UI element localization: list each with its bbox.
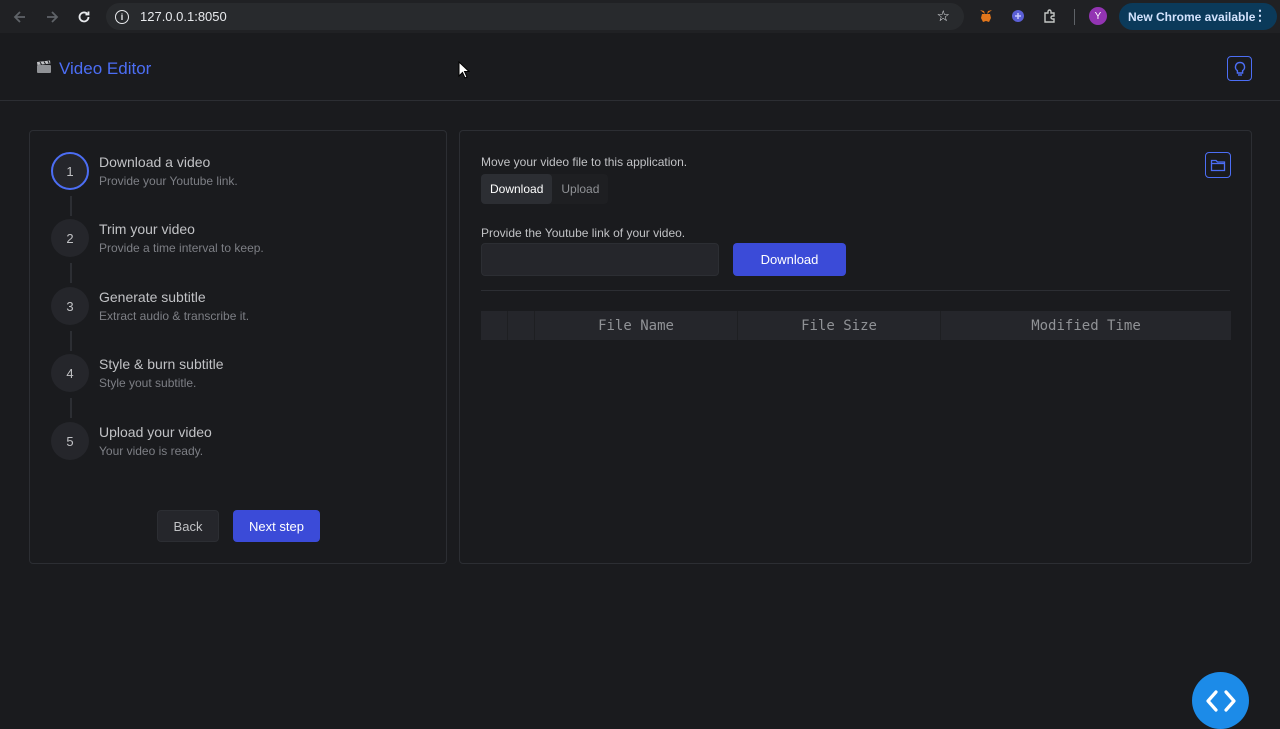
theme-toggle-button[interactable] — [1227, 56, 1252, 81]
arrow-left-icon — [13, 10, 25, 23]
clapperboard-icon — [37, 60, 51, 73]
step-connector — [70, 196, 72, 216]
extension-icon[interactable] — [1008, 6, 1028, 26]
step-title: Style & burn subtitle — [99, 356, 224, 372]
youtube-link-label: Provide the Youtube link of your video. — [481, 226, 686, 240]
section-divider — [481, 290, 1230, 291]
address-url: 127.0.0.1:8050 — [140, 9, 227, 24]
step-title: Download a video — [99, 154, 211, 170]
column-header-index[interactable] — [508, 311, 535, 340]
tab-upload[interactable]: Upload — [552, 174, 608, 204]
move-file-label: Move your video file to this application… — [481, 155, 688, 169]
main-panel: Move your video file to this application… — [459, 130, 1252, 564]
lightbulb-icon — [1234, 61, 1245, 76]
stepper-panel: 1 Download a video Provide your Youtube … — [29, 130, 447, 564]
browser-back-button[interactable] — [4, 0, 36, 33]
column-header-file-size[interactable]: File Size — [738, 311, 941, 340]
chrome-update-label: New Chrome available — [1128, 9, 1256, 24]
step-title: Trim your video — [99, 221, 195, 237]
step-connector — [70, 398, 72, 418]
browser-reload-button[interactable] — [68, 0, 100, 33]
source-segmented-control: Download Upload — [481, 174, 609, 204]
site-info-icon[interactable]: i — [115, 9, 129, 24]
toolbar-divider — [1074, 9, 1075, 25]
step-title: Upload your video — [99, 424, 212, 440]
column-header-file-name[interactable]: File Name — [535, 311, 738, 340]
step-number: 2 — [51, 219, 89, 257]
step-description: Your video is ready. — [99, 444, 204, 458]
code-toggle-button[interactable] — [1192, 672, 1249, 729]
arrow-right-icon — [47, 10, 59, 23]
browser-forward-button[interactable] — [36, 0, 68, 33]
app-header: Video Editor — [0, 33, 1280, 101]
address-bar[interactable]: i 127.0.0.1:8050 ☆ — [106, 3, 964, 30]
browser-toolbar: i 127.0.0.1:8050 ☆ Y New Chrome availabl… — [0, 0, 1280, 33]
step-description: Extract audio & transcribe it. — [99, 309, 250, 323]
code-brackets-icon — [1205, 689, 1236, 712]
step-download[interactable]: 1 Download a video Provide your Youtube … — [51, 152, 411, 192]
step-description: Style yout subtitle. — [99, 376, 197, 390]
metamask-extension-icon[interactable] — [976, 6, 996, 26]
step-description: Provide your Youtube link. — [99, 174, 238, 188]
step-number: 1 — [51, 152, 89, 190]
open-folder-button[interactable] — [1205, 152, 1231, 178]
step-connector — [70, 331, 72, 351]
extensions-puzzle-icon[interactable] — [1040, 6, 1060, 26]
step-number: 3 — [51, 287, 89, 325]
more-vert-icon: ⋮ — [1253, 7, 1267, 23]
step-upload[interactable]: 5 Upload your video Your video is ready. — [51, 422, 411, 462]
step-number: 4 — [51, 354, 89, 392]
folder-icon — [1210, 159, 1226, 172]
next-step-button[interactable]: Next step — [233, 510, 320, 542]
tab-download[interactable]: Download — [481, 174, 553, 204]
step-connector — [70, 263, 72, 283]
back-button[interactable]: Back — [157, 510, 219, 542]
file-table-header: File Name File Size Modified Time — [481, 311, 1231, 340]
step-title: Generate subtitle — [99, 289, 206, 305]
step-generate-subtitle[interactable]: 3 Generate subtitle Extract audio & tran… — [51, 287, 411, 327]
step-style-burn[interactable]: 4 Style & burn subtitle Style yout subti… — [51, 354, 411, 394]
column-header-select[interactable] — [481, 311, 508, 340]
chrome-update-button[interactable]: New Chrome available ⋮ — [1119, 3, 1277, 30]
mouse-cursor-icon — [458, 61, 470, 79]
step-number: 5 — [51, 422, 89, 460]
step-trim[interactable]: 2 Trim your video Provide a time interva… — [51, 219, 411, 259]
app-title: Video Editor — [59, 59, 152, 78]
step-description: Provide a time interval to keep. — [99, 241, 264, 255]
youtube-link-input[interactable] — [481, 243, 719, 276]
column-header-modified-time[interactable]: Modified Time — [941, 311, 1231, 340]
download-button[interactable]: Download — [733, 243, 846, 276]
bookmark-star-icon[interactable]: ☆ — [937, 7, 950, 25]
reload-icon — [78, 11, 90, 22]
profile-avatar[interactable]: Y — [1089, 7, 1107, 25]
